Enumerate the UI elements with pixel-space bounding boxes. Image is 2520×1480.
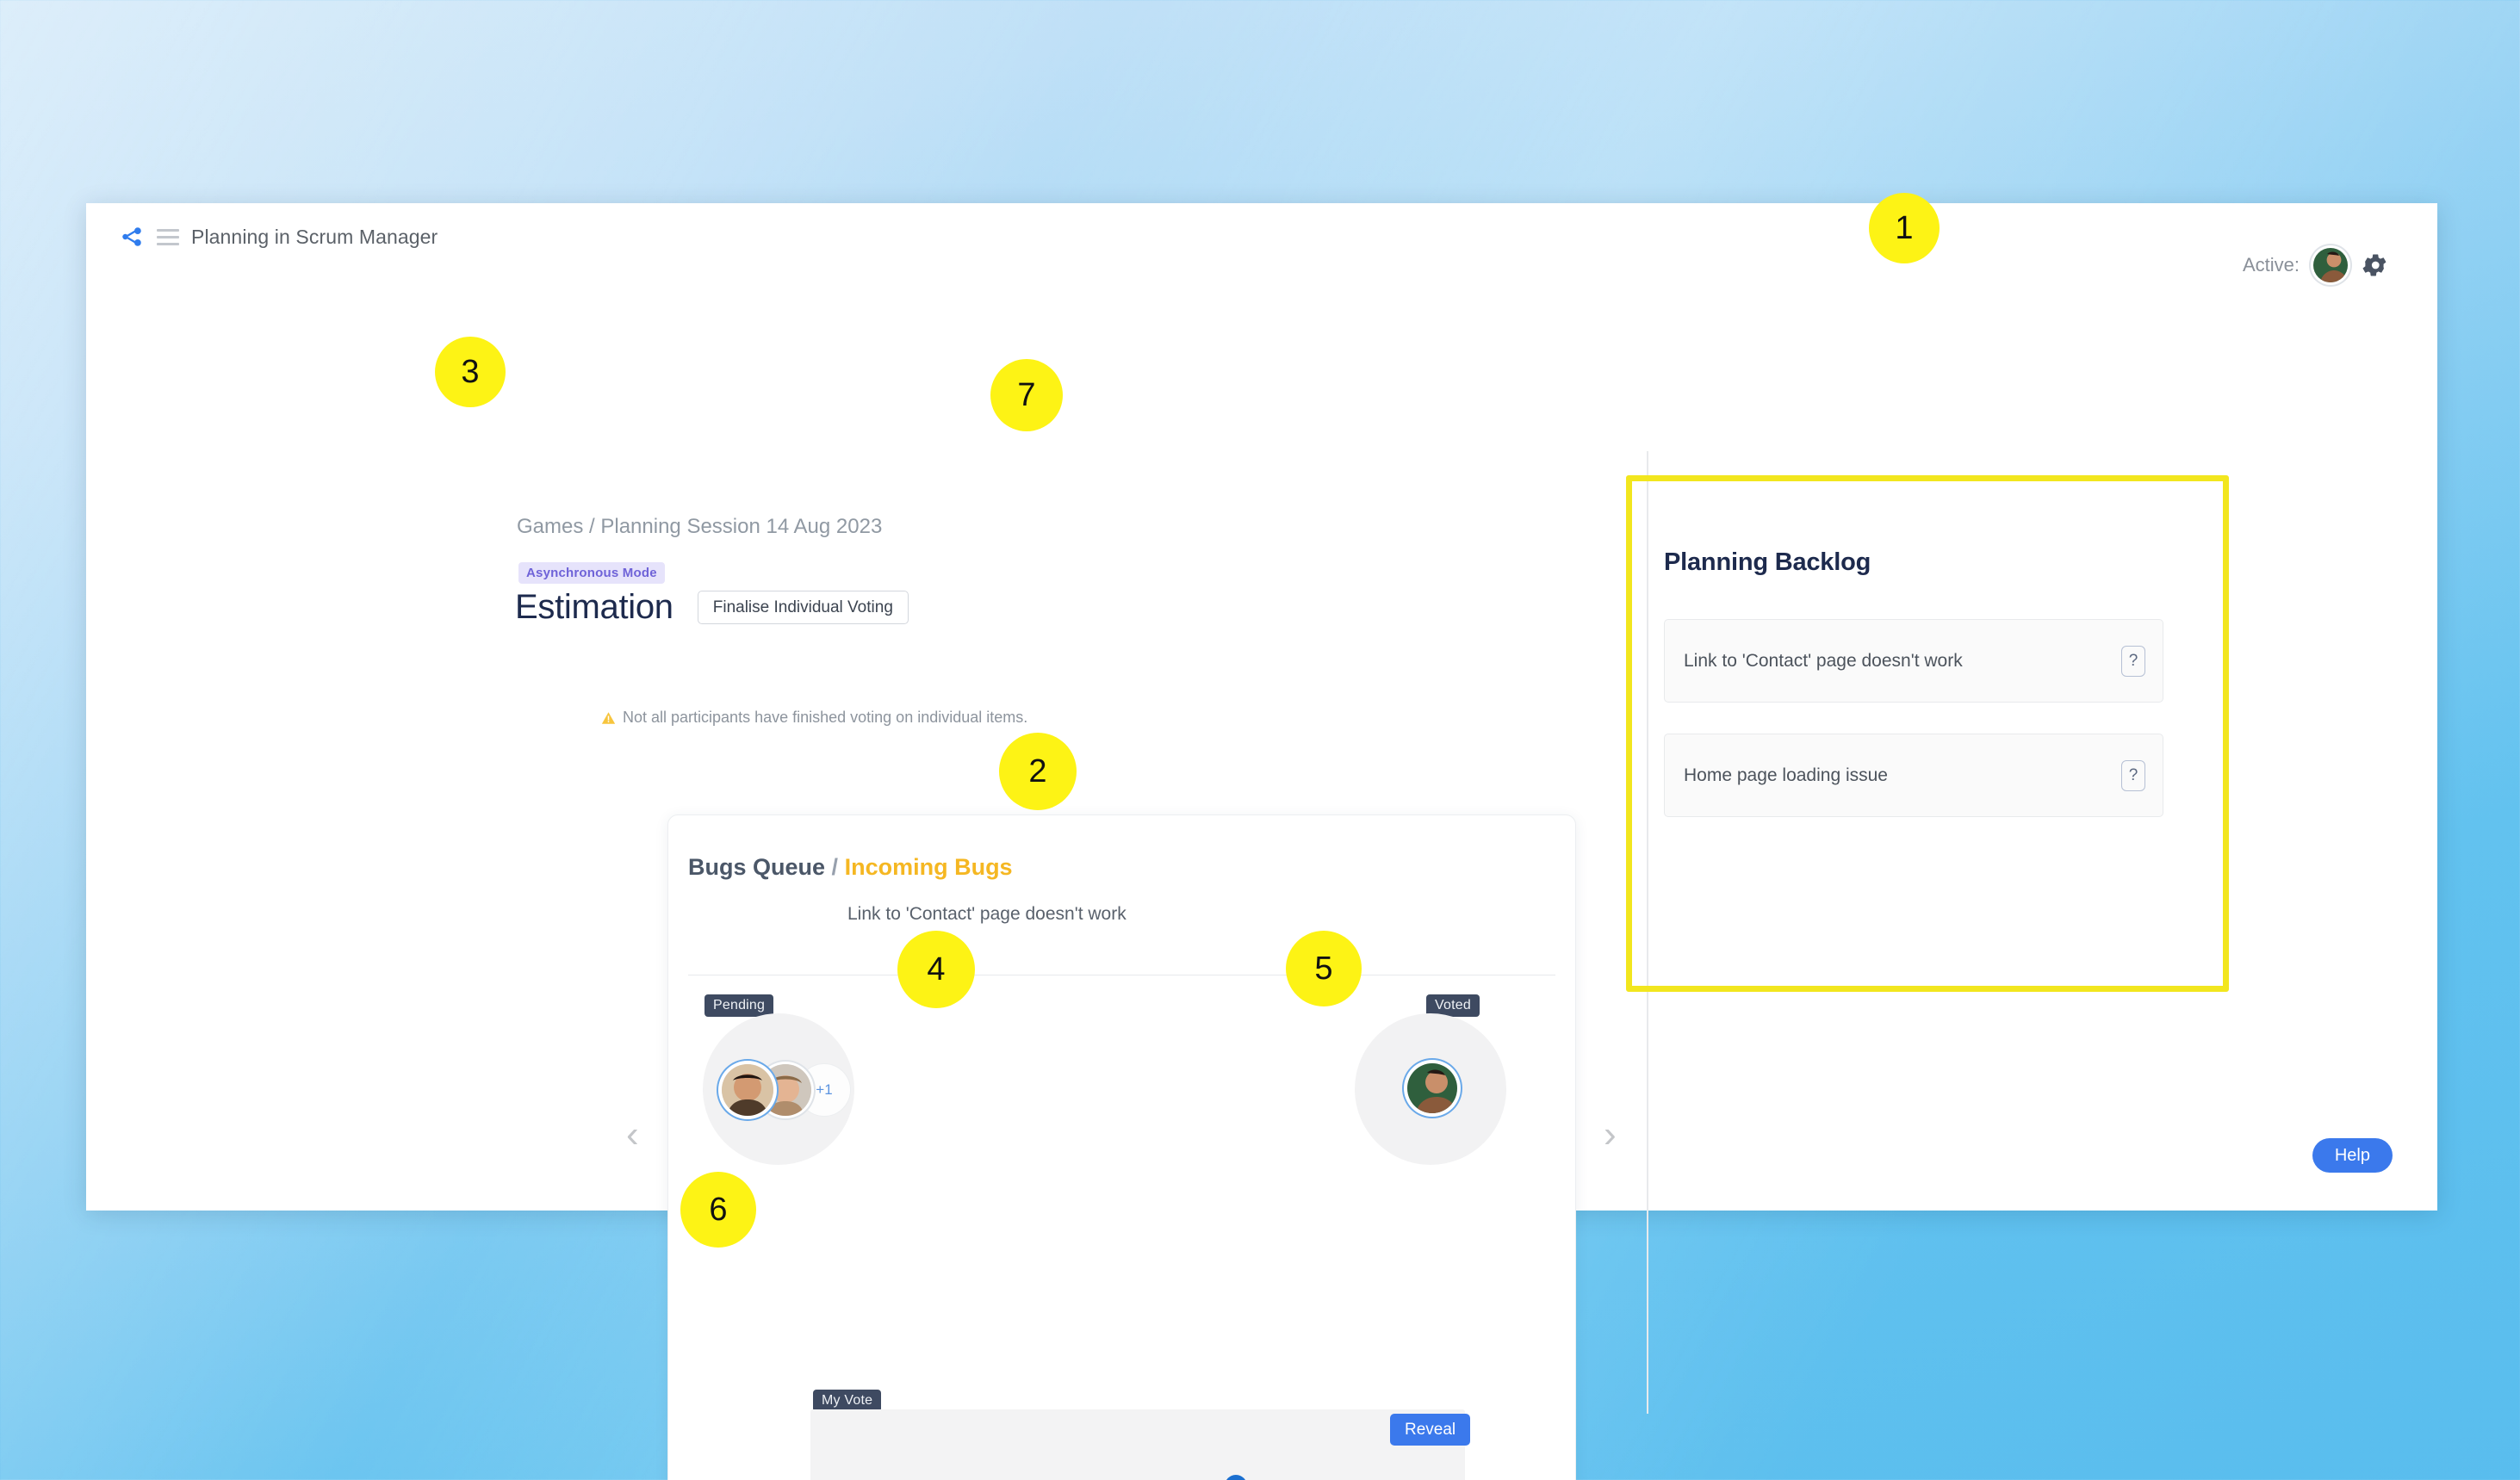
list-item[interactable]: Home page loading issue ? [1664,734,2163,817]
card-title-queue: Bugs Queue [688,854,826,880]
vote-slider-panel: 0 1 2 3 5 8 13 [810,1409,1465,1480]
breadcrumb[interactable]: Games / Planning Session 14 Aug 2023 [517,515,882,539]
card-title: Bugs Queue / Incoming Bugs [688,854,1013,881]
finalise-individual-voting-button[interactable]: Finalise Individual Voting [697,591,909,624]
status-badge-async-mode: Asynchronous Mode [518,562,665,584]
help-button[interactable]: Help [2312,1138,2393,1173]
voting-warning-text: Not all participants have finished votin… [623,709,1028,726]
app-topbar: Planning in Scrum Manager Active: [86,203,2437,282]
slider-thumb[interactable] [1225,1475,1248,1480]
app-window: Planning in Scrum Manager Active: Games … [86,193,2437,1480]
list-item[interactable]: Link to 'Contact' page doesn't work ? [1664,619,2163,703]
annotation-marker-7: 7 [990,359,1063,431]
backlog-item-label: Home page loading issue [1684,765,1888,785]
card-subtitle-item-name: Link to 'Contact' page doesn't work [847,904,1127,924]
gear-icon[interactable] [2362,252,2387,278]
page-title-row: Estimation Finalise Individual Voting [515,588,909,627]
user-avatar [1407,1063,1457,1113]
warning-triangle-icon [601,711,616,724]
chevron-right-icon[interactable]: › [1604,1116,1617,1154]
chevron-left-icon[interactable]: ‹ [626,1116,639,1154]
pending-tag: Pending [704,994,774,1017]
active-user-cluster: Active: [2243,248,2387,282]
active-label: Active: [2242,254,2300,276]
app-title: Planning in Scrum Manager [191,225,438,248]
user-avatar [722,1064,773,1116]
pending-avatar-stack[interactable]: +1 [722,1063,851,1117]
user-avatar [2313,248,2348,282]
vote-slider[interactable] [845,1475,1431,1480]
card-title-separator: / [831,854,839,880]
annotation-marker-1: 1 [1869,193,1940,263]
annotation-marker-4: 4 [897,931,975,1008]
hamburger-menu-icon[interactable] [157,226,179,248]
planning-backlog-panel: Planning Backlog Link to 'Contact' page … [1647,451,2520,1414]
planning-backlog-title: Planning Backlog [1664,548,1871,576]
avatar[interactable] [2313,248,2348,282]
avatar[interactable] [722,1064,773,1116]
annotation-marker-5: 5 [1286,931,1362,1006]
main-content-pane: Games / Planning Session 14 Aug 2023 Asy… [86,281,1617,1480]
annotation-marker-3: 3 [435,337,506,407]
card-title-current-list: Incoming Bugs [844,854,1013,880]
reveal-button[interactable]: Reveal [1390,1414,1471,1446]
unestimated-badge[interactable]: ? [2121,759,2145,791]
voting-warning: Not all participants have finished votin… [601,709,1027,727]
page-title: Estimation [515,588,673,626]
annotation-marker-6: 6 [680,1172,756,1248]
avatar[interactable] [1407,1063,1457,1113]
brand-area[interactable]: Planning in Scrum Manager [119,224,438,250]
estimation-card: Bugs Queue / Incoming Bugs Link to 'Cont… [667,814,1576,1480]
backlog-item-label: Link to 'Contact' page doesn't work [1684,650,1963,671]
annotation-marker-2: 2 [999,733,1077,810]
share-nodes-icon [122,227,141,246]
unestimated-badge[interactable]: ? [2121,645,2145,677]
